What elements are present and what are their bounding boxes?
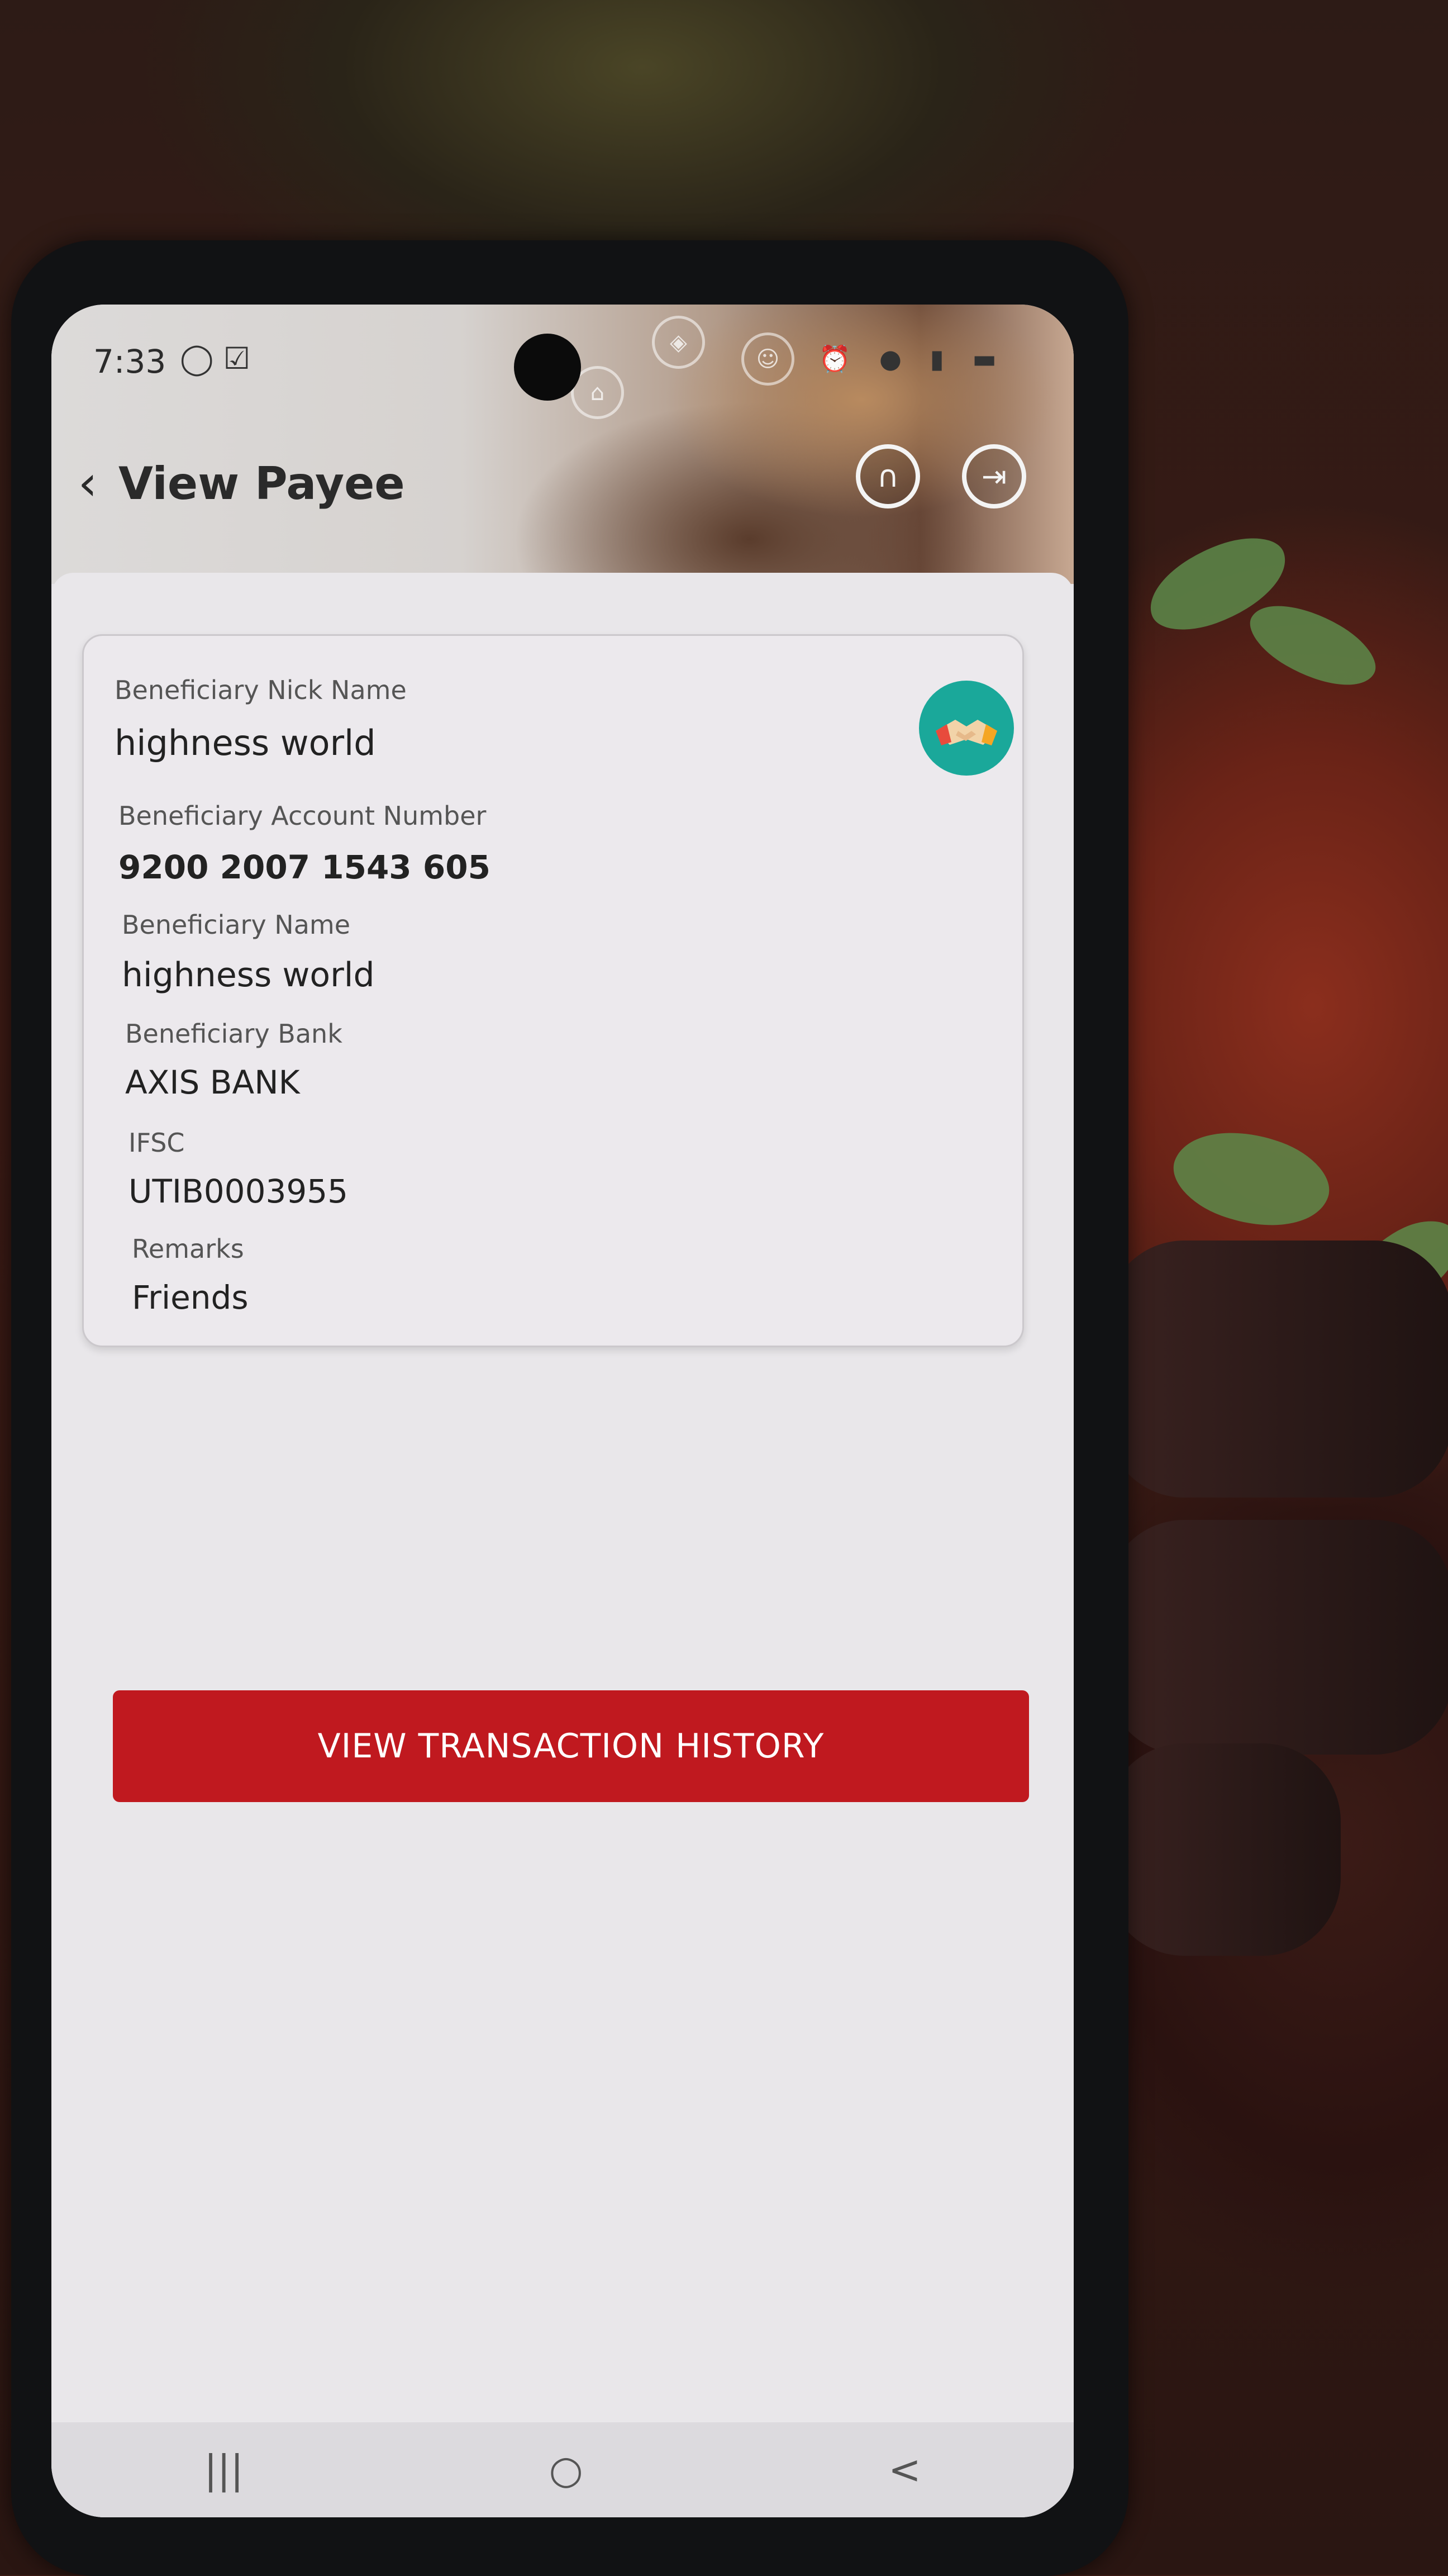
status-icons-right: ⏰ ● ▮ ▬ [819, 344, 1007, 374]
front-camera [514, 334, 581, 401]
remarks-label: Remarks [132, 1234, 244, 1264]
nick-name-label: Beneficiary Nick Name [115, 675, 407, 705]
ifsc-value: UTIB0003955 [128, 1172, 348, 1210]
handshake-icon [919, 681, 1014, 776]
signal-icon: ▮ [930, 344, 954, 374]
beneficiary-bank-value: AXIS BANK [125, 1063, 300, 1101]
background-leaf [1163, 1110, 1340, 1248]
account-number-label: Beneficiary Account Number [118, 801, 486, 831]
beneficiary-name-label: Beneficiary Name [122, 910, 350, 940]
payee-details-card: Beneficiary Nick Name highness world Ben… [82, 634, 1024, 1347]
handshake-graphic [930, 692, 1003, 764]
battery-icon: ▬ [973, 344, 1007, 374]
main-content: Beneficiary Nick Name highness world Ben… [51, 573, 1074, 2517]
alarm-icon: ⏰ [819, 344, 861, 374]
view-transaction-history-button[interactable]: VIEW TRANSACTION HISTORY [113, 1690, 1029, 1802]
ifsc-label: IFSC [128, 1128, 185, 1158]
status-icons-left: ◯ ☑ [180, 341, 250, 376]
beneficiary-name-value: highness world [122, 956, 375, 995]
logout-icon[interactable]: ⇥ [962, 444, 1026, 508]
phone-screen: ⌂ ◈ ☺ ∩ ⇥ 7:33 ◯ ☑ ⏰ ● ▮ ▬ ‹ View Payee [51, 305, 1074, 2517]
nick-name-value: highness world [115, 723, 376, 763]
beneficiary-bank-label: Beneficiary Bank [125, 1019, 342, 1049]
title-row: ‹ View Payee [68, 447, 405, 520]
recents-button[interactable]: ||| [204, 2447, 244, 2493]
whatsapp-icon: ◯ [180, 341, 213, 376]
page-title: View Payee [118, 458, 405, 510]
finger [1106, 1520, 1448, 1755]
status-bar: 7:33 ◯ ☑ ⏰ ● ▮ ▬ [51, 327, 1074, 388]
status-time: 7:33 [93, 343, 166, 381]
background-leaf [1240, 585, 1387, 705]
finger [1106, 1743, 1341, 1956]
finger [1106, 1241, 1448, 1498]
location-icon: ● [879, 344, 912, 374]
back-arrow-icon[interactable]: ‹ [68, 455, 107, 511]
account-number-value: 9200 2007 1543 605 [118, 848, 490, 886]
check-square-icon: ☑ [223, 341, 250, 376]
remarks-value: Friends [132, 1279, 249, 1316]
home-button[interactable]: ○ [549, 2447, 583, 2493]
system-navbar: ||| ○ < [51, 2422, 1074, 2517]
headset-icon[interactable]: ∩ [856, 444, 920, 508]
system-back-button[interactable]: < [888, 2447, 921, 2493]
